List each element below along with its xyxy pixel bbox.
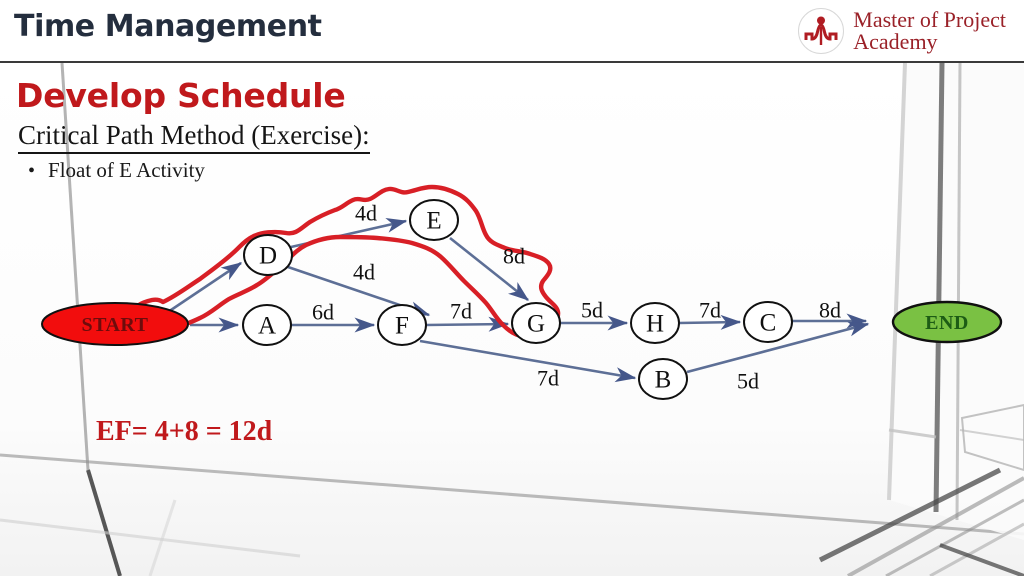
node-c[interactable]: C [743,301,793,343]
node-a[interactable]: A [242,304,292,346]
node-h[interactable]: H [630,302,680,344]
node-c-label: C [760,310,777,337]
node-b-label: B [655,367,672,394]
node-d-label: D [259,243,277,270]
brand-name-line2: Academy [853,29,938,54]
node-e-label: E [426,208,441,235]
edge-label-f-b: 7d [537,366,559,391]
edge-label-h-c: 7d [699,298,721,323]
bullet-marker-icon: • [28,160,36,182]
node-start-label: START [81,314,148,336]
ef-formula: EF= 4+8 = 12d [96,416,273,447]
edge-f-g [425,316,510,332]
page-title: Time Management [14,9,322,44]
slide-title: Develop Schedule [16,76,346,115]
edge-label-d-e: 4d [355,201,377,226]
edge-label-f-g: 7d [450,299,472,324]
node-f-label: F [395,313,409,340]
edge-label-b-end: 5d [737,369,759,394]
node-d[interactable]: D [243,234,293,276]
float-path-highlight [127,184,561,340]
brand-name-line1: Master of Project [853,6,1006,32]
node-start[interactable]: START [41,302,189,346]
person-chart-circle-icon [798,8,845,54]
edge-label-g-h: 5d [581,298,603,323]
slide-canvas: Time Management Master of Project Academ… [0,0,1024,576]
node-f[interactable]: F [377,304,427,346]
diagram-edge-labels: 4d 4d 6d 8d 7d 7d 5d 7d 8d 5d [312,201,841,394]
edge-start-d [167,261,243,314]
node-a-label: A [258,313,276,340]
node-end[interactable]: END [891,300,1003,344]
slide-header: Time Management Master of Project Academ… [0,0,1024,63]
brand-logo: Master of Project Academy [798,6,1006,56]
node-g[interactable]: G [511,302,561,344]
slide-subtitle: Critical Path Method (Exercise): [18,120,370,154]
network-diagram: 4d 4d 6d 8d 7d 7d 5d 7d 8d 5d START D A [41,184,1003,400]
edge-label-d-f: 4d [353,260,375,285]
brand-name: Master of Project Academy [853,6,1006,54]
node-end-label: END [925,312,969,334]
header-divider [0,61,1024,63]
bullet-item-label: Float of E Activity [48,158,205,182]
edge-f-b [419,339,637,383]
node-e[interactable]: E [409,199,459,241]
edge-label-e-g: 8d [503,244,525,269]
node-g-label: G [527,311,545,338]
edge-label-a-f: 6d [312,300,334,325]
bullet-item: • Float of E Activity [28,158,205,183]
node-b[interactable]: B [638,358,688,400]
node-h-label: H [646,311,664,338]
edge-label-c-end: 8d [819,298,841,323]
